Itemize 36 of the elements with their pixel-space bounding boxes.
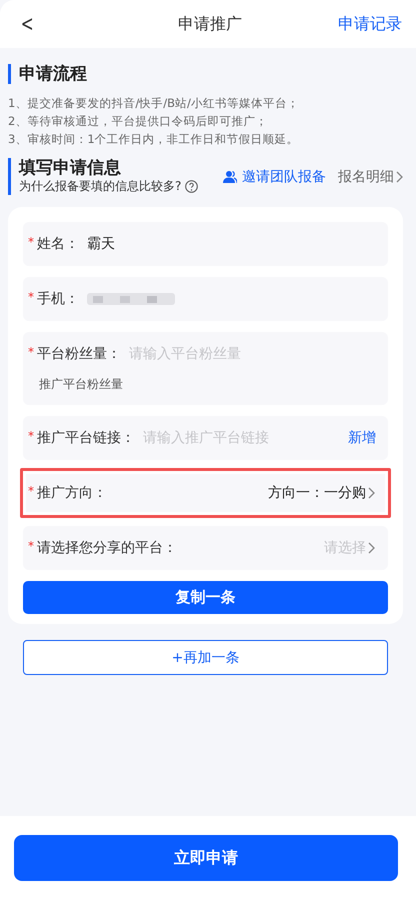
required-mark: * (28, 484, 34, 498)
back-button[interactable]: < (16, 12, 38, 36)
required-mark: * (28, 345, 34, 359)
people-icon (223, 170, 237, 184)
details-link[interactable]: 报名明细 (338, 168, 404, 186)
field-label: 请选择您分享的平台： (37, 539, 177, 557)
field-label: 平台粉丝量： (37, 345, 121, 363)
add-another-button[interactable]: +再加一条 (23, 640, 388, 675)
field-label: 推广平台链接： (37, 429, 135, 447)
page-title: 申请推广 (177, 14, 244, 34)
chevron-right-icon (396, 170, 404, 182)
add-link[interactable]: 新增 (348, 429, 376, 447)
copy-button[interactable]: 复制一条 (23, 581, 388, 614)
submit-button[interactable]: 立即申请 (14, 835, 398, 881)
process-step: 2、等待审核通过，平台提供口令码后即可推广； (8, 112, 404, 130)
name-field[interactable]: * 姓名： 霸天 (23, 222, 388, 266)
records-link[interactable]: 申请记录 (338, 14, 402, 34)
field-label: 手机： (37, 290, 79, 308)
required-mark: * (28, 539, 34, 553)
required-mark: * (28, 235, 34, 249)
section-title: 申请流程 (8, 64, 404, 84)
section-title: 填写申请信息 (19, 158, 122, 178)
required-mark: * (28, 290, 34, 304)
field-label: 姓名： (37, 235, 79, 253)
chevron-right-icon (368, 542, 376, 554)
chevron-right-icon (368, 487, 376, 499)
process-step: 3、审核时间：1个工作日内，非工作日和节假日顺延。 (8, 130, 404, 148)
required-mark: * (28, 429, 34, 443)
field-hint: 推广平台粉丝量 (38, 376, 124, 393)
invite-team-button[interactable]: 邀请团队报备 (223, 168, 326, 186)
field-label: 推广方向： (37, 484, 107, 502)
info-question: 为什么报备要填的信息比较多? (19, 178, 182, 195)
phone-field[interactable]: * 手机： (23, 277, 388, 321)
process-step: 1、提交准备要发的抖音/快手/B站/小红书等媒体平台； (8, 94, 404, 112)
help-icon[interactable] (185, 180, 198, 193)
select-field[interactable]: * 推广方向： 方向一：一分购 (20, 468, 391, 518)
